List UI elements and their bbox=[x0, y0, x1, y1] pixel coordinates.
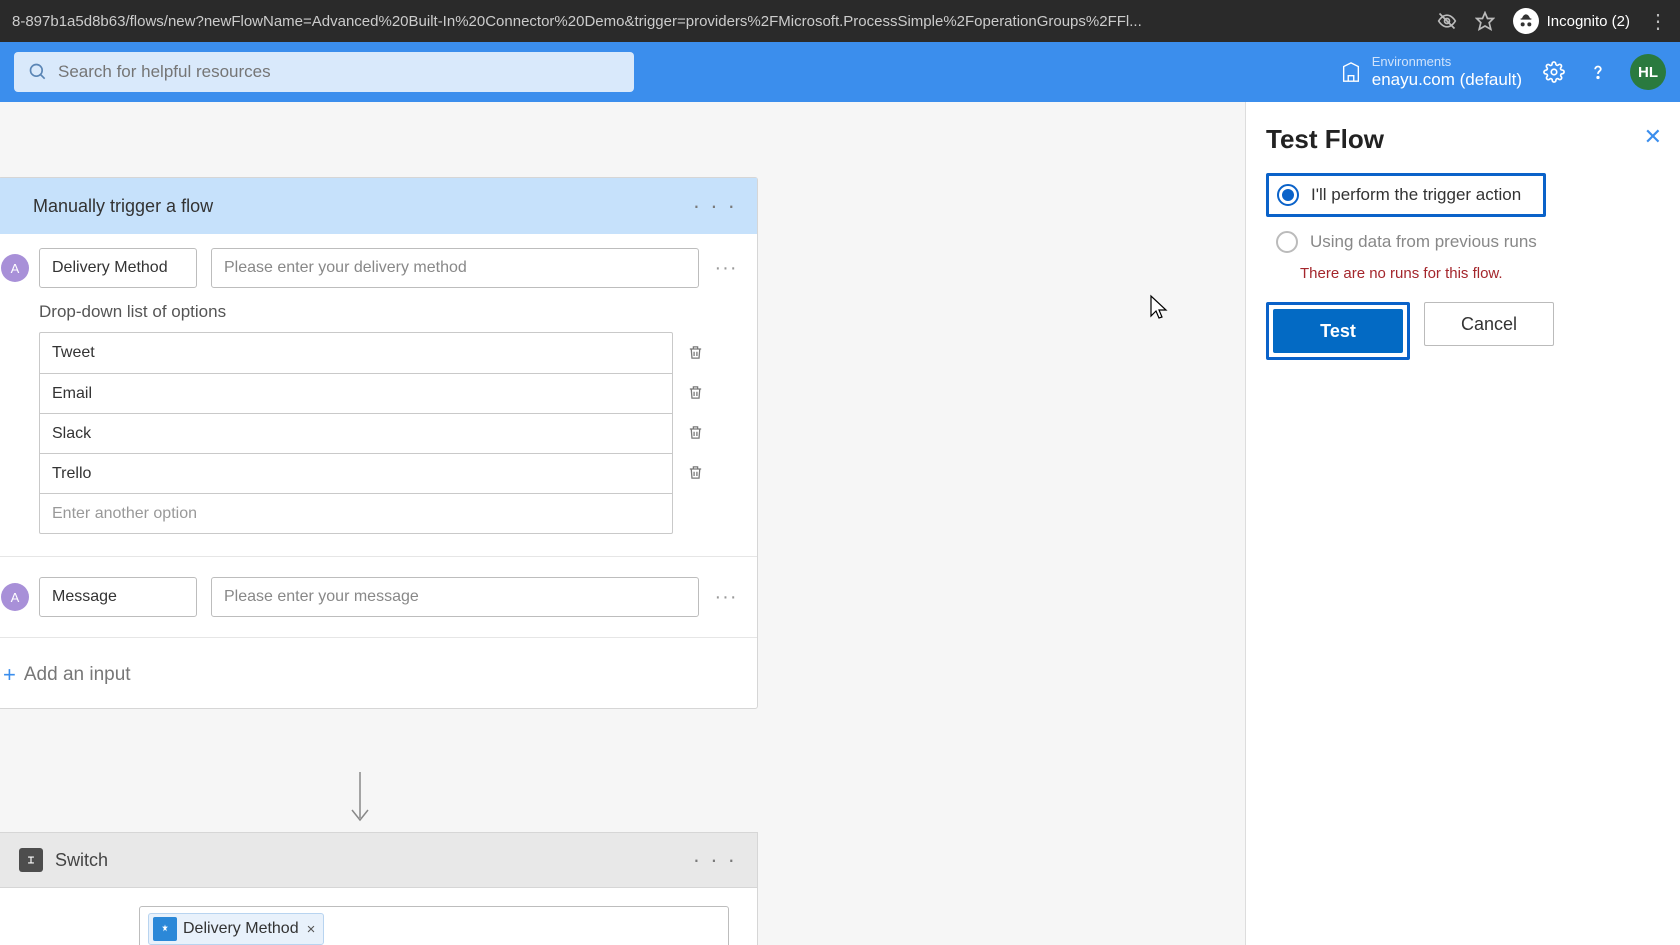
browser-address-bar: 8-897b1a5d8b63/flows/new?newFlowName=Adv… bbox=[0, 0, 1680, 42]
token-connector-icon bbox=[153, 917, 177, 941]
close-icon[interactable]: ✕ bbox=[1644, 124, 1662, 150]
param-delivery-label[interactable]: Delivery Method bbox=[39, 248, 197, 288]
incognito-badge[interactable]: Incognito (2) bbox=[1513, 8, 1630, 34]
add-input-button[interactable]: + Add an input bbox=[0, 644, 757, 708]
radio-previous-runs: Using data from previous runs bbox=[1266, 221, 1660, 263]
trash-icon[interactable] bbox=[673, 372, 717, 412]
token-remove-icon[interactable]: × bbox=[307, 921, 316, 938]
param-type-badge: A bbox=[1, 254, 29, 282]
cancel-button[interactable]: Cancel bbox=[1424, 302, 1554, 346]
option-input[interactable]: Tweet bbox=[40, 333, 672, 373]
star-icon[interactable] bbox=[1475, 11, 1495, 31]
test-flow-panel: Test Flow ✕ I'll perform the trigger act… bbox=[1245, 102, 1680, 945]
param-message-label[interactable]: Message bbox=[39, 577, 197, 617]
trash-icon[interactable] bbox=[673, 412, 717, 452]
building-icon bbox=[1340, 61, 1362, 83]
dropdown-section: Drop-down list of options Tweet Email Sl… bbox=[0, 302, 757, 550]
switch-icon bbox=[19, 848, 43, 872]
more-icon[interactable]: · · · bbox=[693, 193, 737, 219]
search-icon bbox=[28, 62, 48, 82]
environment-picker[interactable]: Environments enayu.com (default) bbox=[1340, 54, 1522, 90]
param-message-row: A Message Please enter your message ··· bbox=[0, 563, 757, 631]
switch-card: Switch · · · Delivery Method × bbox=[0, 832, 758, 945]
eye-blocked-icon[interactable] bbox=[1437, 11, 1457, 31]
trigger-header[interactable]: Manually trigger a flow · · · bbox=[0, 178, 757, 234]
flow-canvas: Manually trigger a flow · · · A Delivery… bbox=[0, 102, 1680, 945]
url-text: 8-897b1a5d8b63/flows/new?newFlowName=Adv… bbox=[12, 13, 1425, 30]
param-message-input[interactable]: Please enter your message bbox=[211, 577, 699, 617]
arrow-down-icon bbox=[348, 772, 372, 828]
gear-icon[interactable] bbox=[1542, 60, 1566, 84]
param-delivery-row: A Delivery Method Please enter your deli… bbox=[0, 234, 757, 302]
help-icon[interactable] bbox=[1586, 60, 1610, 84]
option-input[interactable]: Slack bbox=[40, 413, 672, 453]
no-runs-message: There are no runs for this flow. bbox=[1300, 265, 1660, 282]
radio-manual-trigger[interactable]: I'll perform the trigger action bbox=[1266, 173, 1546, 217]
trash-icon[interactable] bbox=[673, 452, 717, 492]
menu-dots-icon[interactable]: ⋮ bbox=[1648, 11, 1668, 31]
switch-header[interactable]: Switch · · · bbox=[0, 832, 758, 888]
search-box[interactable] bbox=[14, 52, 634, 92]
app-header: Environments enayu.com (default) HL bbox=[0, 42, 1680, 102]
more-icon[interactable]: · · · bbox=[693, 847, 737, 873]
trash-icon[interactable] bbox=[673, 332, 717, 372]
option-input[interactable]: Trello bbox=[40, 453, 672, 493]
dynamic-token[interactable]: Delivery Method × bbox=[148, 913, 324, 945]
test-button[interactable]: Test bbox=[1273, 309, 1403, 353]
search-input[interactable] bbox=[58, 62, 620, 82]
dropdown-title: Drop-down list of options bbox=[39, 302, 717, 322]
param-delivery-input[interactable]: Please enter your delivery method bbox=[211, 248, 699, 288]
param-type-badge: A bbox=[1, 583, 29, 611]
cursor-icon bbox=[1148, 294, 1170, 322]
option-input-new[interactable]: Enter another option bbox=[40, 493, 672, 533]
param-more-icon[interactable]: ··· bbox=[713, 586, 739, 609]
switch-on-input[interactable]: Delivery Method × bbox=[139, 906, 729, 945]
trigger-card: Manually trigger a flow · · · A Delivery… bbox=[0, 177, 758, 709]
option-input[interactable]: Email bbox=[40, 373, 672, 413]
test-button-highlight: Test bbox=[1266, 302, 1410, 360]
plus-icon: + bbox=[3, 662, 16, 688]
avatar[interactable]: HL bbox=[1630, 54, 1666, 90]
param-more-icon[interactable]: ··· bbox=[713, 257, 739, 280]
panel-title: Test Flow bbox=[1266, 124, 1660, 155]
